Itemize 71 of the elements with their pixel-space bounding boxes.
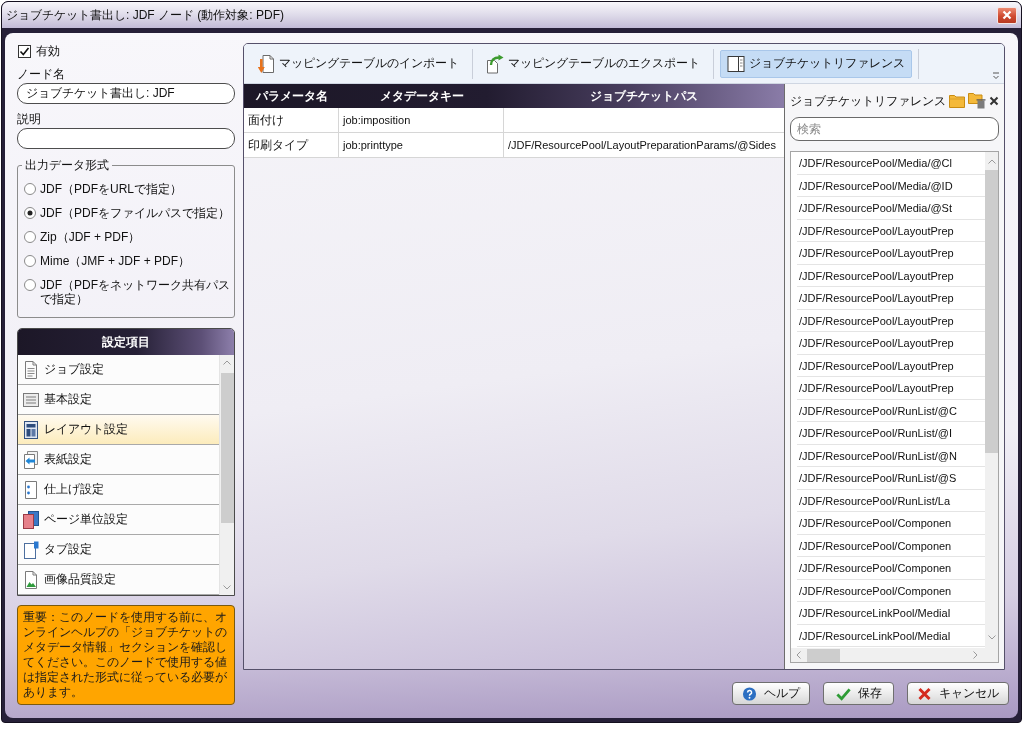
- chevron-up-icon[interactable]: [223, 360, 231, 365]
- vertical-scrollbar[interactable]: [219, 355, 234, 595]
- table-cell: 印刷タイプ: [244, 133, 339, 157]
- radio-label: Zip（JDF + PDF）: [40, 230, 141, 244]
- chevron-right-icon[interactable]: [973, 651, 978, 659]
- radio-label: Mime（JMF + JDF + PDF）: [40, 254, 190, 268]
- vertical-scrollbar[interactable]: [985, 152, 998, 648]
- toolbar-button[interactable]: マッピングテーブルのエクスポート: [479, 49, 707, 78]
- pages-icon: [23, 510, 39, 529]
- table-cell: job:printtype: [339, 133, 504, 157]
- folder-trash-icon[interactable]: [968, 93, 986, 109]
- radio-button[interactable]: [24, 183, 36, 195]
- settings-item[interactable]: レイアウト設定: [18, 415, 219, 445]
- table-row[interactable]: 面付け job:imposition: [244, 108, 784, 133]
- field-label: ノード名: [17, 67, 65, 82]
- window-title: ジョブチケット書出し: JDF ノード (動作対象: PDF): [6, 7, 284, 23]
- x-icon: [917, 686, 932, 701]
- chevron-down-icon[interactable]: [987, 635, 996, 640]
- group-title: 出力データ形式: [24, 158, 110, 173]
- chevron-up-icon[interactable]: [987, 159, 996, 164]
- column-header: パラメータ名: [254, 88, 329, 105]
- search-field[interactable]: 検索: [790, 117, 999, 141]
- document-icon: [23, 360, 39, 379]
- page-dots-icon: [23, 480, 39, 499]
- field-label: 説明: [17, 112, 41, 127]
- warning-note: 重要：このノードを使用する前に、オンラインヘルプの「ジョブチケットのメタデータ情報」セクションを確認してください。このノードで使用する値は指定された形式に従っている必要があります。: [17, 605, 235, 705]
- radio-label: JDF（PDFをURLで指定）: [40, 182, 182, 196]
- checkbox[interactable]: [18, 44, 31, 58]
- cancel-button[interactable]: キャンセル: [907, 682, 1009, 705]
- column-header: メタデータキー: [378, 88, 465, 105]
- scrollbar-thumb[interactable]: [807, 648, 840, 662]
- table-cell: 面付け: [244, 108, 339, 132]
- close-icon: [1002, 10, 1012, 20]
- check-icon: [835, 686, 851, 701]
- panel-header: 設定項目: [18, 329, 234, 355]
- column-header: ジョブチケットパス: [589, 88, 699, 105]
- page-tab-icon: [23, 540, 39, 559]
- description-field[interactable]: [17, 128, 235, 149]
- side-panel-icon: [727, 53, 745, 74]
- page-arrow-icon: [23, 450, 39, 469]
- save-button[interactable]: 保存: [823, 682, 894, 705]
- table-row[interactable]: 印刷タイプ job:printtype /JDF/ResourcePool/LayoutPreparationParams/@Sides: [244, 133, 784, 158]
- horizontal-scrollbar[interactable]: [791, 648, 998, 662]
- node-name-field[interactable]: ジョブチケット書出し: JDF: [17, 83, 235, 104]
- radio-button[interactable]: [24, 279, 36, 291]
- panel-title: ジョブチケットリファレンス: [790, 93, 946, 109]
- table-cell: job:imposition: [339, 108, 504, 132]
- help-button[interactable]: ヘルプ: [732, 682, 810, 705]
- toolbar-button[interactable]: マッピングテーブルのインポート: [250, 49, 466, 78]
- table-cell-text: /JDF/ResourcePool/LayoutPreparationParams/@Sides: [507, 138, 777, 153]
- radio-button[interactable]: [24, 207, 36, 219]
- radio-label: JDF（PDFをファイルパスで指定）: [40, 206, 230, 220]
- chevron-left-icon[interactable]: [796, 651, 801, 659]
- close-icon[interactable]: [989, 96, 999, 106]
- scrollbar-thumb[interactable]: [220, 373, 234, 523]
- folder-icon[interactable]: [949, 94, 965, 108]
- close-button[interactable]: [997, 6, 1017, 24]
- help-icon: [742, 686, 757, 701]
- document-down-arrow-icon: [257, 53, 275, 74]
- toolbar-button[interactable]: ジョブチケットリファレンス: [720, 49, 912, 78]
- radio-label: JDF（PDFをネットワーク共有パスで指定）: [40, 278, 231, 306]
- radio-button[interactable]: [24, 255, 36, 267]
- chevron-down-icon[interactable]: [223, 585, 231, 590]
- list-icon: [23, 390, 39, 409]
- page-layout-icon: [23, 420, 39, 439]
- image-icon: [23, 570, 39, 589]
- scrollbar-thumb[interactable]: [985, 170, 998, 453]
- document-up-arrow-icon: [486, 53, 504, 74]
- radio-button[interactable]: [24, 231, 36, 243]
- chevron-down-icon[interactable]: [992, 72, 1000, 80]
- checkbox-label: 有効: [36, 43, 60, 59]
